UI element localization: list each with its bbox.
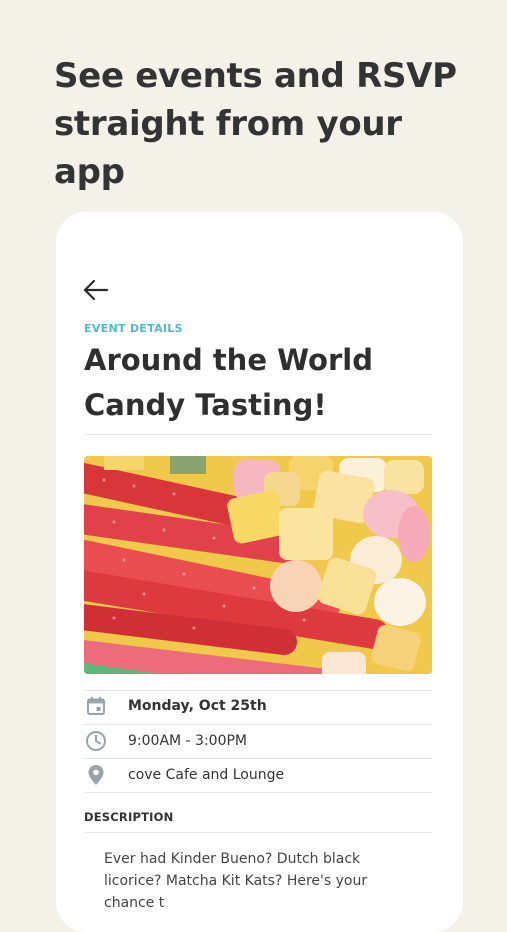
- event-title: Around the World Candy Tasting!: [84, 343, 373, 422]
- event-date-row: Monday, Oct 25th: [84, 689, 432, 723]
- event-location[interactable]: cove Cafe and Lounge: [128, 767, 284, 783]
- info-divider-3: [84, 792, 432, 793]
- clock-icon: [84, 729, 108, 753]
- event-card: EVENT DETAILS Around the World Candy Tas…: [56, 212, 463, 932]
- promo-headline: See events and RSVP straight from your a…: [54, 56, 457, 192]
- title-divider: [84, 434, 432, 435]
- event-time: 9:00AM - 3:00PM: [128, 733, 248, 749]
- location-pin-icon: [84, 763, 108, 787]
- section-label: EVENT DETAILS: [84, 322, 183, 335]
- event-date: Monday, Oct 25th: [128, 698, 267, 714]
- description-divider: [84, 832, 432, 833]
- event-description: Ever had Kinder Bueno? Dutch black licor…: [104, 851, 368, 911]
- event-time-row: 9:00AM - 3:00PM: [84, 724, 432, 758]
- arrow-left-icon[interactable]: [82, 278, 110, 302]
- description-label: DESCRIPTION: [84, 810, 174, 824]
- calendar-icon: [84, 694, 108, 718]
- event-location-row[interactable]: cove Cafe and Lounge: [84, 758, 432, 792]
- event-photo: [84, 456, 432, 674]
